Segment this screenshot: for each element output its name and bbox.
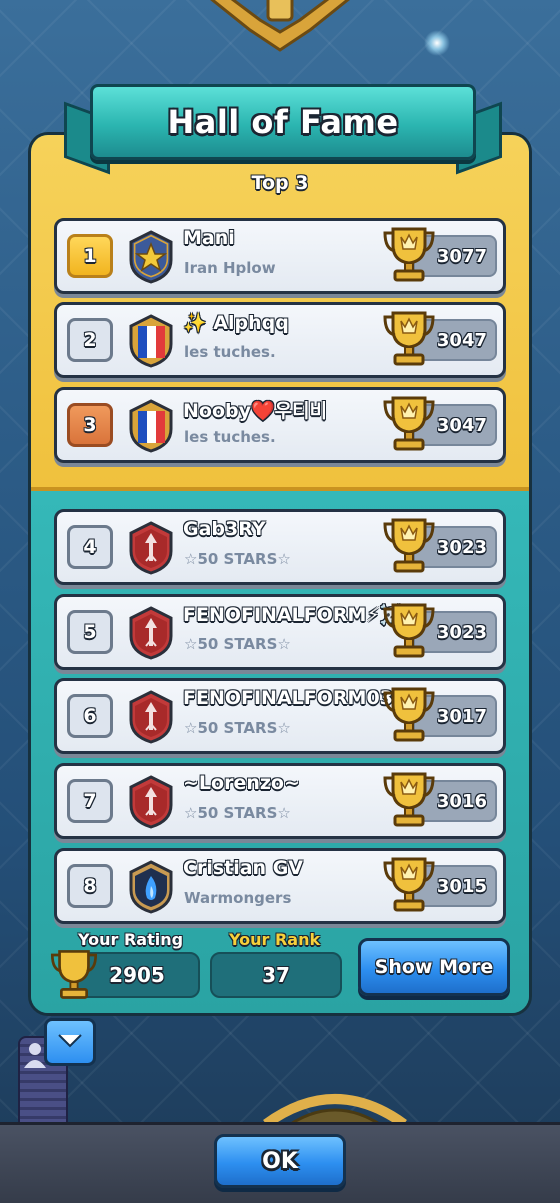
player-name: ✨ Alphqq xyxy=(183,312,289,334)
trophy-count: 3077 xyxy=(436,245,487,267)
player-name: ~Lorenzo~ xyxy=(183,772,300,794)
player-name: FENOFINALFORM⚡☠️ xyxy=(183,604,404,626)
player-clan: les tuches. xyxy=(184,343,276,361)
player-clan: ☆50 STARS☆ xyxy=(184,550,291,568)
collapse-tab-button[interactable] xyxy=(44,1018,96,1066)
player-row[interactable]: 6 FENOFINALFORM03 ☆50 STARS☆ 3017 xyxy=(54,678,506,754)
player-row[interactable]: 3 Nooby❤️우티비 les tuches. 3047 xyxy=(54,387,506,463)
player-name: Nooby❤️우티비 xyxy=(183,400,328,422)
rank-badge: 7 xyxy=(67,779,113,823)
rank-badge: 2 xyxy=(67,318,113,362)
player-row[interactable]: 8 Cristian GV Warmongers 3015 xyxy=(54,848,506,924)
red-arrow-badge-icon xyxy=(129,775,173,829)
trophy-icon xyxy=(383,518,435,573)
trophy-icon xyxy=(383,603,435,658)
rank-number: 4 xyxy=(83,536,97,558)
french-flag-badge-icon xyxy=(129,399,173,453)
player-name: Mani xyxy=(183,227,235,249)
player-row[interactable]: 4 Gab3RY ☆50 STARS☆ 3023 xyxy=(54,509,506,585)
trophy-count: 3023 xyxy=(436,621,487,643)
chevron-down-icon xyxy=(58,1034,82,1048)
your-rank-value: 37 xyxy=(262,963,290,987)
player-clan: Warmongers xyxy=(184,889,292,907)
rank-badge: 3 xyxy=(67,403,113,447)
trophy-icon xyxy=(383,396,435,451)
player-clan: les tuches. xyxy=(184,428,276,446)
player-name: Cristian GV xyxy=(183,857,303,879)
sparkle-icon xyxy=(424,30,450,56)
rank-badge: 6 xyxy=(67,694,113,738)
player-name: Gab3RY xyxy=(183,518,266,540)
your-rank-label: Your Rank xyxy=(229,930,321,949)
rank-badge: 4 xyxy=(67,525,113,569)
blue-flame-badge-icon xyxy=(129,860,173,914)
trophy-count: 3017 xyxy=(436,705,487,727)
top3-label: Top 3 xyxy=(251,172,309,194)
player-row[interactable]: 5 FENOFINALFORM⚡☠️ ☆50 STARS☆ 3023 xyxy=(54,594,506,670)
red-arrow-badge-icon xyxy=(129,521,173,575)
title-ribbon: Hall of Fame xyxy=(90,84,476,160)
rank-number: 2 xyxy=(83,329,97,351)
player-clan: ☆50 STARS☆ xyxy=(184,635,291,653)
your-rating-value: 2905 xyxy=(109,963,165,987)
trophy-icon xyxy=(383,311,435,366)
rank-number: 7 xyxy=(83,790,97,812)
player-clan: ☆50 STARS☆ xyxy=(184,804,291,822)
rank-badge: 8 xyxy=(67,864,113,908)
player-clan: ☆50 STARS☆ xyxy=(184,719,291,737)
player-row[interactable]: 2 ✨ Alphqq les tuches. 3047 xyxy=(54,302,506,378)
star-badge-icon xyxy=(129,230,173,284)
rank-badge: 1 xyxy=(67,234,113,278)
french-flag-badge-icon xyxy=(129,314,173,368)
ok-label: OK xyxy=(262,1148,298,1174)
trophy-count: 3047 xyxy=(436,414,487,436)
player-clan: Iran Hplow xyxy=(184,259,276,277)
your-rank-value-box: 37 xyxy=(210,952,342,998)
trophy-icon xyxy=(383,772,435,827)
page-title: Hall of Fame xyxy=(167,103,399,141)
rank-number: 3 xyxy=(83,414,97,436)
player-row[interactable]: 1 Mani Iran Hplow 3077 xyxy=(54,218,506,294)
player-row[interactable]: 7 ~Lorenzo~ ☆50 STARS☆ 3016 xyxy=(54,763,506,839)
trophy-count: 3015 xyxy=(436,875,487,897)
red-arrow-badge-icon xyxy=(129,690,173,744)
trophy-count: 3047 xyxy=(436,329,487,351)
ok-button[interactable]: OK xyxy=(214,1134,346,1188)
rank-number: 6 xyxy=(83,705,97,727)
laurel-crest-icon xyxy=(210,0,350,52)
trophy-icon xyxy=(383,857,435,912)
show-more-button[interactable]: Show More xyxy=(358,938,510,996)
trophy-icon xyxy=(383,687,435,742)
trophy-count: 3016 xyxy=(436,790,487,812)
rating-trophy-icon xyxy=(50,950,98,999)
rank-badge: 5 xyxy=(67,610,113,654)
player-name: FENOFINALFORM03 xyxy=(183,687,393,709)
rank-number: 1 xyxy=(83,245,97,267)
rank-number: 8 xyxy=(83,875,97,897)
rank-number: 5 xyxy=(83,621,97,643)
trophy-count: 3023 xyxy=(436,536,487,558)
red-arrow-badge-icon xyxy=(129,606,173,660)
show-more-label: Show More xyxy=(374,956,494,978)
trophy-icon xyxy=(383,227,435,282)
